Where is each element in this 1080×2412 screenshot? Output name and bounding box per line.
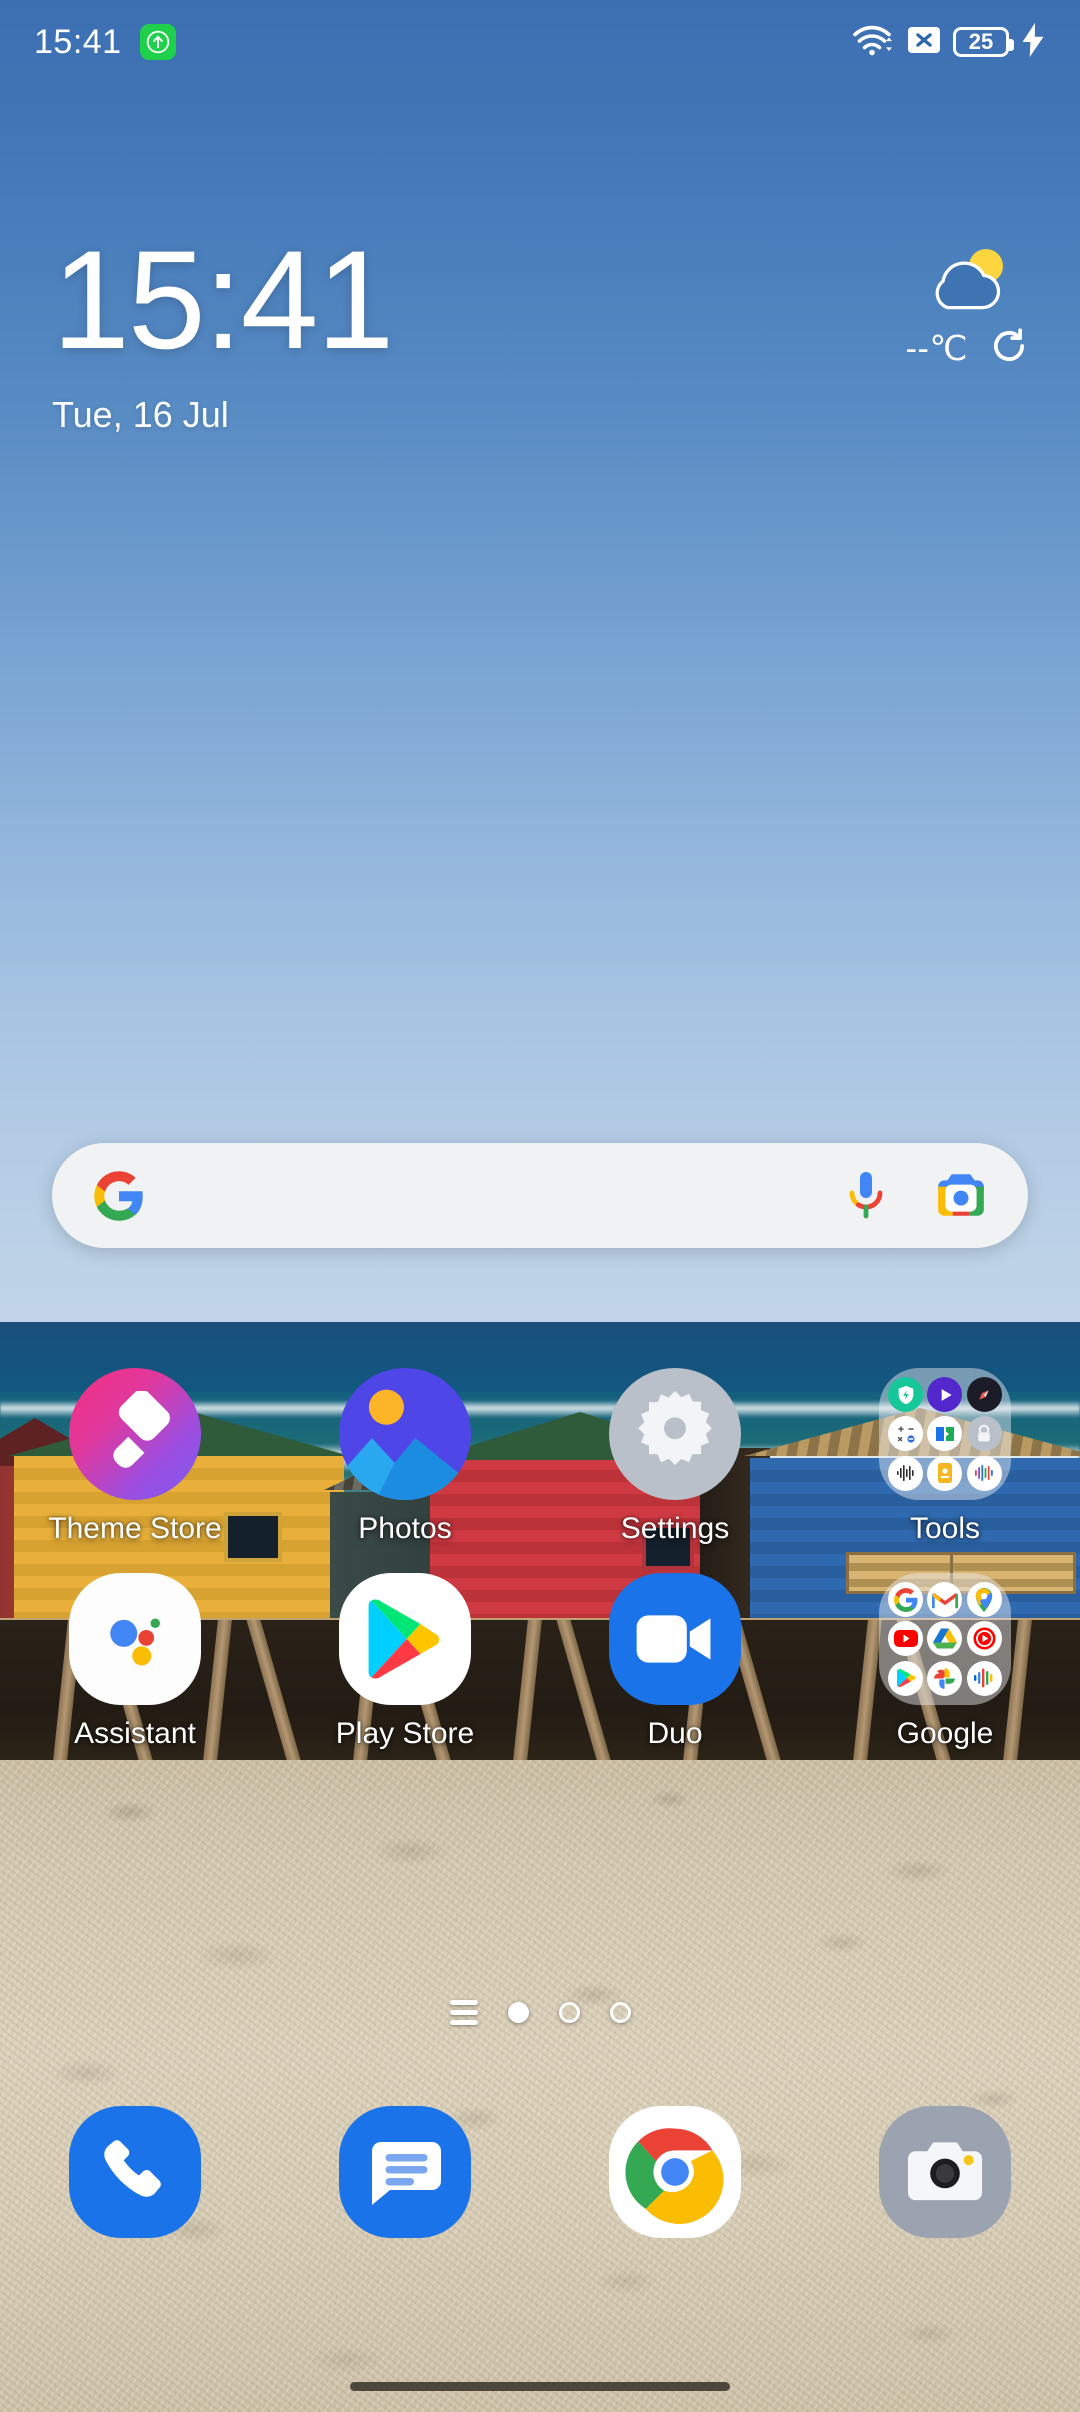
sound-recorder-icon: [888, 1455, 924, 1491]
app-label: Play Store: [335, 1717, 475, 1750]
settings-gear-icon: [609, 1368, 741, 1500]
gesture-nav-bar: [0, 2360, 1080, 2412]
battery-level-text: 25: [968, 29, 994, 54]
folder-icon: [879, 1368, 1011, 1500]
google-lens-camera-icon[interactable]: [934, 1170, 988, 1222]
recorder-icon: [966, 1455, 1002, 1491]
page-dot[interactable]: [558, 2002, 580, 2023]
play-store-icon: [339, 1573, 471, 1705]
photos-icon: [339, 1368, 471, 1500]
lightning-bolt-icon: [1020, 22, 1046, 62]
dock-item-messages[interactable]: [270, 2106, 540, 2238]
google-maps-icon: [966, 1582, 1002, 1618]
app-label: Theme Store: [48, 1512, 222, 1545]
security-shield-icon: [888, 1377, 924, 1413]
clock-time: 15:41: [52, 221, 394, 378]
app-duo[interactable]: Duo: [540, 1573, 810, 1751]
weather-widget[interactable]: --℃: [906, 244, 1028, 370]
folder-preview-grid: [879, 1573, 1011, 1705]
app-settings[interactable]: Settings: [540, 1368, 810, 1546]
battery-outline-icon: 25: [953, 27, 1014, 57]
microphone-icon[interactable]: [842, 1170, 890, 1222]
clock-weather-widget[interactable]: 15:41 Tue, 16 Jul --℃: [0, 230, 1080, 436]
dock-item-chrome[interactable]: [540, 2106, 810, 2238]
google-duo-icon: [609, 1573, 741, 1705]
browser-compass-icon: [966, 1377, 1002, 1413]
gesture-nav-handle-icon[interactable]: [350, 2381, 730, 2391]
dock: [0, 2106, 1080, 2238]
camera-icon: [879, 2106, 1011, 2238]
app-label: Tools: [909, 1512, 981, 1545]
app-assistant[interactable]: Assistant: [0, 1573, 270, 1751]
wallpaper-sand: [0, 1760, 1080, 2412]
gmail-icon: [927, 1582, 963, 1618]
status-bar-clock: 15:41: [34, 22, 122, 61]
phone-handset-icon: [69, 2106, 201, 2238]
clock-date: Tue, 16 Jul: [52, 394, 229, 435]
google-g-logo-icon: [92, 1169, 146, 1223]
wifi-with-data-arrows-icon: [851, 23, 895, 62]
app-label: Settings: [620, 1512, 730, 1545]
no-sim-card-x-icon: [906, 24, 942, 61]
cloud-with-sun-icon: [918, 244, 1016, 321]
app-label: Google: [896, 1717, 994, 1750]
app-label: Duo: [647, 1717, 703, 1750]
arrow-up-in-rounded-square-icon: [139, 24, 176, 60]
video-player-icon: [927, 1377, 963, 1413]
dock-item-phone[interactable]: [0, 2106, 270, 2238]
app-label: Assistant: [74, 1717, 196, 1750]
app-theme-store[interactable]: Theme Store: [0, 1368, 270, 1546]
youtube-icon: [888, 1621, 924, 1657]
calculator-icon: [888, 1416, 924, 1452]
folder-preview-grid: [879, 1368, 1011, 1500]
wallpaper-sky: [0, 0, 1080, 1322]
status-bar: 15:41 25: [0, 0, 1080, 84]
google-photos-icon: [927, 1660, 963, 1696]
page-dot-active[interactable]: [507, 2002, 529, 2023]
app-label: Photos: [358, 1512, 452, 1545]
messages-bubble-icon: [339, 2106, 471, 2238]
google-assistant-icon: [69, 1573, 201, 1705]
clock-widget[interactable]: 15:41 Tue, 16 Jul: [52, 221, 394, 436]
status-bar-right: 25: [851, 22, 1046, 62]
theme-store-icon: [69, 1368, 201, 1500]
youtube-music-icon: [966, 1621, 1002, 1657]
page-indicator: [0, 2000, 1080, 2025]
page-dot[interactable]: [609, 2002, 631, 2023]
app-play-store[interactable]: Play Store: [270, 1573, 540, 1751]
app-row: Assistant Play Store Duo Google: [0, 1573, 1080, 1751]
google-search-icon: [888, 1582, 924, 1618]
refresh-circular-arrow-icon[interactable]: [990, 327, 1028, 370]
app-grid: Theme Store Photos Settings Tools Assist…: [0, 1368, 1080, 1751]
chrome-icon: [609, 2106, 741, 2238]
folder-tools[interactable]: Tools: [810, 1368, 1080, 1546]
weather-info-row: --℃: [906, 327, 1028, 370]
folder-google[interactable]: Google: [810, 1573, 1080, 1751]
google-search-bar[interactable]: [52, 1143, 1028, 1248]
app-photos[interactable]: Photos: [270, 1368, 540, 1546]
app-lock-icon: [966, 1416, 1002, 1452]
notes-icon: [927, 1455, 963, 1491]
file-manager-icon: [927, 1416, 963, 1452]
folder-icon: [879, 1573, 1011, 1705]
status-bar-left: 15:41: [34, 23, 176, 62]
wallpaper-sand-texture: [0, 1760, 1080, 2412]
weather-temperature: --℃: [905, 329, 968, 368]
app-row: Theme Store Photos Settings Tools: [0, 1368, 1080, 1546]
google-drive-icon: [927, 1621, 963, 1657]
google-podcasts-icon: [966, 1660, 1002, 1696]
app-list-lines-icon[interactable]: [449, 2000, 478, 2025]
dock-item-camera[interactable]: [810, 2106, 1080, 2238]
google-play-movies-icon: [888, 1660, 924, 1696]
